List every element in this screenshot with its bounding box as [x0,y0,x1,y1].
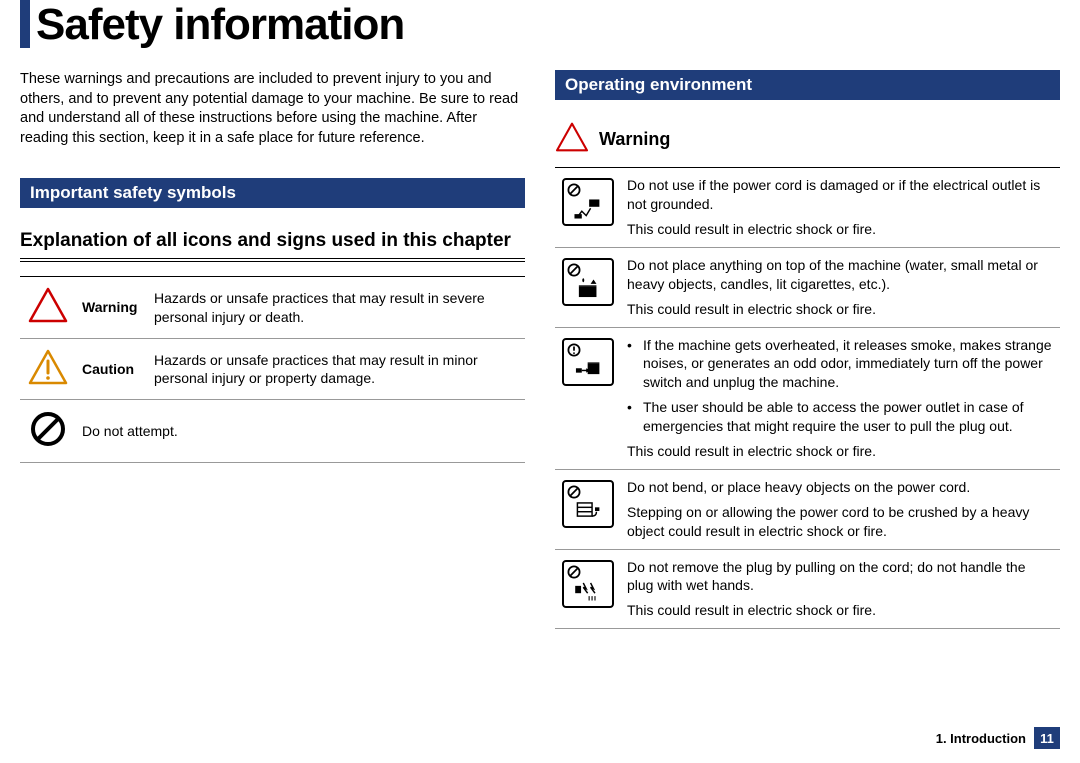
safety-symbols-table: Warning Hazards or unsafe practices that… [20,276,525,463]
symbol-desc: Do not attempt. [76,399,525,462]
symbol-label: Caution [76,338,148,399]
env-line2: This could result in electric shock or f… [627,442,1054,461]
pictogram-overheat-icon [555,327,621,469]
table-row: If the machine gets overheated, it relea… [555,327,1060,469]
symbol-desc: Hazards or unsafe practices that may res… [148,277,525,338]
divider-thin [20,261,525,262]
pictogram-pull-plug-icon [555,549,621,629]
page-footer: 1. Introduction 11 [936,727,1060,749]
table-row: Do not bend, or place heavy objects on t… [555,469,1060,549]
env-line2: Stepping on or allowing the power cord t… [627,503,1054,541]
subheading-explanation: Explanation of all icons and signs used … [20,230,525,252]
warning-triangle-icon [20,277,76,338]
divider [20,258,525,259]
table-row: Do not use if the power cord is damaged … [555,168,1060,248]
caution-triangle-icon [20,338,76,399]
page-title: Safety information [36,0,1060,48]
env-line2: This could result in electric shock or f… [627,601,1054,620]
env-line1: Do not use if the power cord is damaged … [627,176,1054,214]
env-line1: Do not bend, or place heavy objects on t… [627,478,1054,497]
page-title-block: Safety information [20,0,1060,48]
page-number: 11 [1034,727,1060,749]
env-line1: Do not place anything on top of the mach… [627,256,1054,294]
symbol-desc: Hazards or unsafe practices that may res… [148,338,525,399]
pictogram-objects-on-top-icon [555,247,621,327]
two-column-layout: These warnings and precautions are inclu… [20,70,1060,629]
table-row: Do not remove the plug by pulling on the… [555,549,1060,629]
warning-heading: Warning [555,122,1060,157]
table-row: Caution Hazards or unsafe practices that… [20,338,525,399]
env-cell: Do not use if the power cord is damaged … [621,168,1060,248]
env-line1: Do not remove the plug by pulling on the… [627,558,1054,596]
intro-paragraph: These warnings and precautions are inclu… [20,70,525,148]
env-cell: If the machine gets overheated, it relea… [621,327,1060,469]
right-column: Operating environment Warning Do not use [555,70,1060,629]
operating-environment-table: Do not use if the power cord is damaged … [555,167,1060,629]
env-line2: This could result in electric shock or f… [627,300,1054,319]
env-cell: Do not bend, or place heavy objects on t… [621,469,1060,549]
env-bullet: The user should be able to access the po… [643,398,1054,436]
env-bullet: If the machine gets overheated, it relea… [643,336,1054,393]
pictogram-bend-cord-icon [555,469,621,549]
warning-triangle-icon [555,122,589,157]
pictogram-damaged-cord-icon [555,168,621,248]
section-bar-symbols: Important safety symbols [20,178,525,208]
env-line2: This could result in electric shock or f… [627,220,1054,239]
table-row: Do not place anything on top of the mach… [555,247,1060,327]
prohibit-icon [20,399,76,462]
table-row: Warning Hazards or unsafe practices that… [20,277,525,338]
chapter-label: 1. Introduction [936,731,1026,746]
symbol-label: Warning [76,277,148,338]
table-row: Do not attempt. [20,399,525,462]
warning-label: Warning [599,129,670,150]
left-column: These warnings and precautions are inclu… [20,70,525,629]
section-bar-env: Operating environment [555,70,1060,100]
env-cell: Do not remove the plug by pulling on the… [621,549,1060,629]
env-cell: Do not place anything on top of the mach… [621,247,1060,327]
